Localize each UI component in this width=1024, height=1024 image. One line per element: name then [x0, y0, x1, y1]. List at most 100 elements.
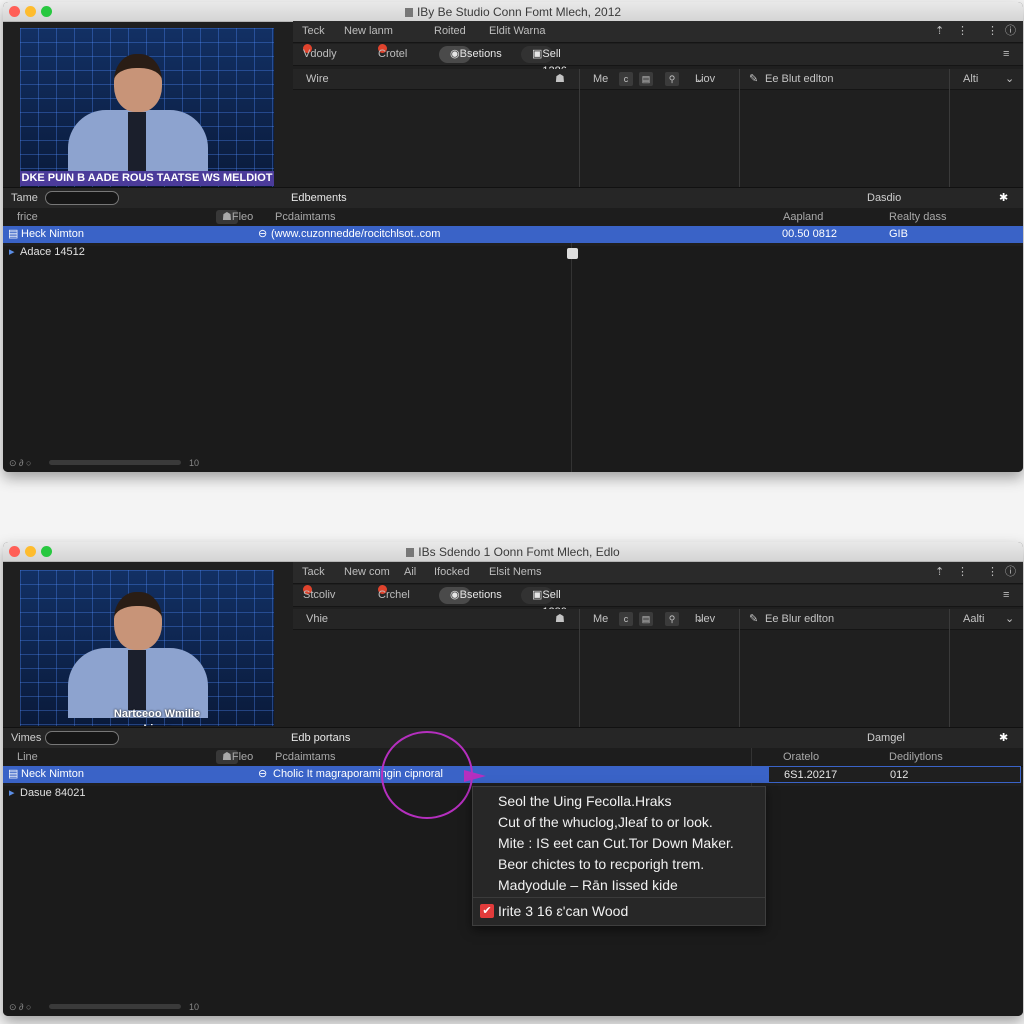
sections-button[interactable]: ◉ Bsetions — [439, 587, 502, 604]
name-label: Vimes — [11, 732, 42, 744]
disclosure-icon[interactable]: ▸ — [9, 785, 15, 802]
edit-icon[interactable]: ✎ — [749, 609, 758, 629]
zoom-icon[interactable]: ⊙ ∂ ○ — [9, 998, 31, 1016]
column-header: Line ☗ Fleo Pcdaimtams Oratelo Dedilytlo… — [3, 748, 1023, 767]
section-title: Edbements — [291, 192, 347, 204]
document-icon — [406, 548, 415, 557]
grid-icon[interactable]: ▤ — [639, 612, 653, 626]
table-row[interactable]: ▤ Heck Nimton ⊖ (www.cuzonnedde/rocitchl… — [3, 226, 1023, 243]
menu-item[interactable]: Ail — [404, 562, 416, 583]
menu-item[interactable]: Eldit Warna — [489, 21, 545, 42]
chevron-down-icon[interactable]: ⌄ — [1005, 69, 1014, 89]
inspector-header: Vhie ☗ Me c ▤ ⚲ hlev ⌄ ✎ Ee Blur edlton … — [293, 609, 1023, 630]
header-label: Alti — [963, 73, 979, 85]
column-params[interactable]: Pcdaimtams — [275, 208, 336, 226]
video-preview[interactable]: Nartceoo Wmilie Liger — [20, 570, 274, 726]
search-input[interactable] — [45, 191, 119, 205]
title-bar[interactable]: IBs Sdendo 1 Oonn Fomt Mlech, Edlo — [3, 542, 1023, 562]
right-label: Damgel — [867, 732, 905, 744]
header-label: Ee Blut edlton — [765, 73, 834, 85]
table-row[interactable]: ▸ Adace 14512 — [3, 244, 1023, 261]
presenter-image — [62, 586, 212, 718]
menu-item[interactable]: Mite : IS eet can Cut.Tor Down Maker. — [498, 835, 734, 851]
sections-button[interactable]: ◉ Bsetions — [439, 46, 502, 63]
document-icon — [404, 8, 413, 17]
pointer-arrow-icon — [464, 770, 486, 782]
view-dropdown[interactable]: Liov ⌄ — [695, 69, 715, 89]
column-reality[interactable]: Dedilytlons — [889, 748, 943, 766]
status-bar: ⊙ ∂ ○ 10 — [3, 454, 1023, 472]
menu-item[interactable]: Beor chictes to to recporigh trem. — [498, 856, 704, 872]
menu-item[interactable]: Ifocked — [434, 562, 469, 583]
menu-item[interactable]: Teck — [302, 21, 325, 42]
header-label: Me — [593, 73, 609, 85]
more-vertical-icon[interactable]: ⋮ — [987, 562, 998, 583]
checkmark-icon[interactable]: ✔ — [480, 904, 494, 918]
column-reality[interactable]: Realty dass — [889, 208, 946, 226]
menu-item[interactable]: Cut of the whuclog,Jleaf to or look. — [498, 814, 713, 830]
zoom-slider[interactable] — [49, 1004, 181, 1009]
clip-icon[interactable]: c — [619, 612, 633, 626]
menu-item-checked[interactable]: Irite 3 16 ɛ'can Wood — [498, 903, 628, 919]
search-input[interactable] — [45, 731, 119, 745]
highlight-circle — [381, 731, 473, 819]
column-applied[interactable]: Oratelo — [783, 748, 819, 766]
menu-item[interactable]: Tack — [302, 562, 325, 583]
tag-column[interactable]: ☗ Fleo — [216, 210, 253, 224]
divider — [579, 609, 580, 727]
presenter-image — [62, 48, 212, 180]
people-icon[interactable]: ☗ — [555, 609, 565, 629]
view-dropdown[interactable]: hlev ⌄ — [695, 609, 715, 629]
zoom-slider[interactable] — [49, 460, 181, 465]
more-icon[interactable]: ⋮ — [957, 562, 968, 583]
zoom-icon[interactable]: ⊙ ∂ ○ — [9, 454, 31, 472]
column-name[interactable]: Line — [17, 748, 38, 766]
tag-column[interactable]: ☗ Fleo — [216, 750, 253, 764]
menu-separator — [473, 897, 765, 898]
chevron-down-icon[interactable]: ⌄ — [1005, 609, 1014, 629]
search-icon[interactable]: ⚲ — [665, 72, 679, 86]
section-title: Edb portans — [291, 732, 351, 744]
sell-button[interactable]: ▣ Sell 1280 — [521, 587, 567, 618]
sell-button[interactable]: ▣ Sell 1286 — [521, 46, 567, 77]
table-row-values[interactable]: 6S1.20217 012 — [753, 766, 1021, 783]
column-name[interactable]: frice — [17, 208, 38, 226]
search-icon[interactable]: ⚲ — [665, 612, 679, 626]
divider — [739, 69, 740, 187]
menu-item[interactable]: Madyodule – Rān Iissed kide — [498, 877, 678, 893]
menu-item[interactable]: Roited — [434, 21, 466, 42]
title-bar[interactable]: IBy Be Studio Conn Fomt Mlech, 2012 — [3, 2, 1023, 22]
menu-item[interactable]: New lanm — [344, 21, 393, 42]
clip-icon[interactable]: c — [619, 72, 633, 86]
badge-icon — [567, 248, 578, 259]
editor-window-bottom: IBs Sdendo 1 Oonn Fomt Mlech, Edlo Nartc… — [3, 542, 1023, 1016]
edit-icon[interactable]: ✎ — [749, 69, 758, 89]
editor-window-top: IBy Be Studio Conn Fomt Mlech, 2012 DKE … — [3, 2, 1023, 472]
divider — [571, 226, 572, 472]
column-params[interactable]: Pcdaimtams — [275, 748, 336, 766]
settings-icon[interactable]: ✱ — [999, 728, 1008, 748]
header-label: Wire — [306, 73, 329, 85]
menu-icon[interactable]: ≡ — [1003, 585, 1009, 606]
divider — [949, 69, 950, 187]
people-icon[interactable]: ☗ — [555, 69, 565, 89]
grid-icon[interactable]: ▤ — [639, 72, 653, 86]
settings-icon[interactable]: ✱ — [999, 188, 1008, 208]
info-icon[interactable]: ⓘ — [1005, 562, 1016, 583]
column-applied[interactable]: Aapland — [783, 208, 823, 226]
info-icon[interactable]: ⓘ — [1005, 21, 1016, 42]
clip-list — [3, 246, 1023, 472]
menu-item[interactable]: Elsit Nems — [489, 562, 542, 583]
divider — [949, 609, 950, 727]
more-icon[interactable]: ⋮ — [957, 21, 968, 42]
upload-icon[interactable]: ⇡ — [935, 562, 944, 583]
disclosure-icon[interactable]: ▸ — [9, 244, 15, 261]
menu-item[interactable]: Seol the Uing Fecolla.Hraks — [498, 793, 672, 809]
menu-item[interactable]: New com — [344, 562, 390, 583]
list-toolbar: Tame Edbements Dasdio ✱ — [3, 187, 1023, 209]
header-label: Aalti — [963, 613, 985, 625]
video-preview[interactable]: DKE PUIN B AADE ROUS TAATSE WS MELDIOT L… — [20, 28, 274, 188]
menu-icon[interactable]: ≡ — [1003, 44, 1009, 65]
more-vertical-icon[interactable]: ⋮ — [987, 21, 998, 42]
upload-icon[interactable]: ⇡ — [935, 21, 944, 42]
